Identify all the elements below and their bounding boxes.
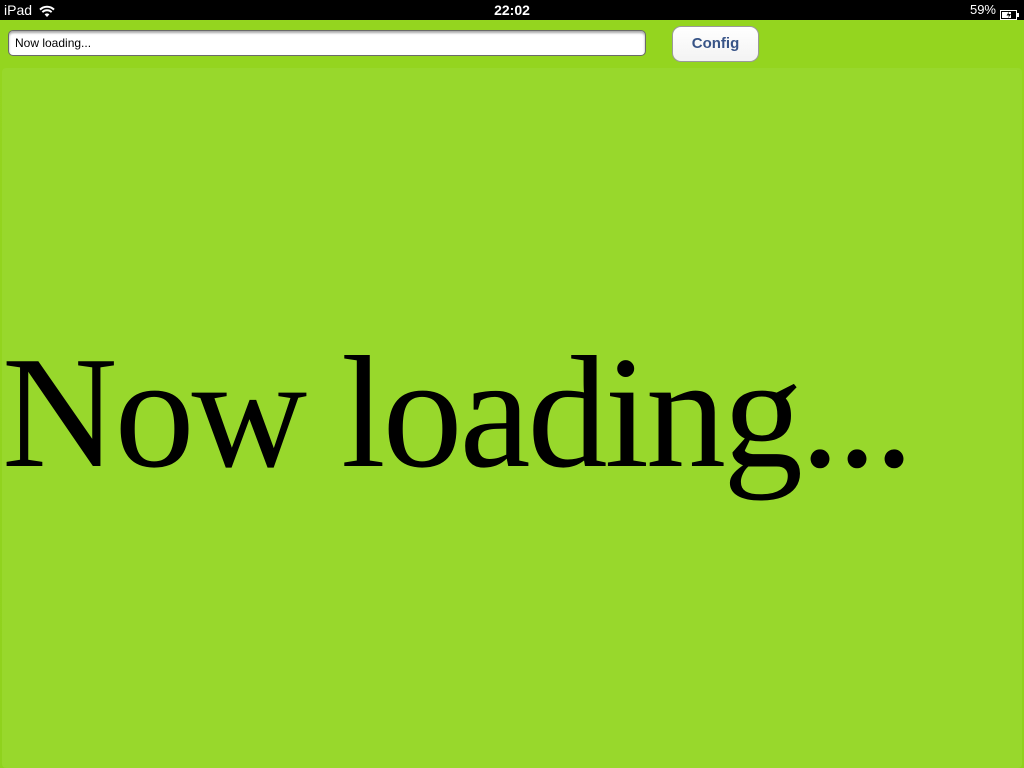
url-input[interactable] <box>8 30 646 56</box>
config-button[interactable]: Config <box>672 26 759 62</box>
loading-message: Now loading... <box>2 323 914 501</box>
app-area: Config Now loading... <box>0 20 1024 768</box>
toolbar: Config <box>0 20 1024 68</box>
status-bar: iPad 22:02 59% <box>0 0 1024 20</box>
status-right: 59% <box>970 0 1020 20</box>
web-content[interactable]: Now loading... <box>2 68 1022 768</box>
status-time: 22:02 <box>494 2 530 18</box>
battery-charging-icon <box>1000 5 1020 20</box>
battery-percent: 59% <box>969 2 996 17</box>
